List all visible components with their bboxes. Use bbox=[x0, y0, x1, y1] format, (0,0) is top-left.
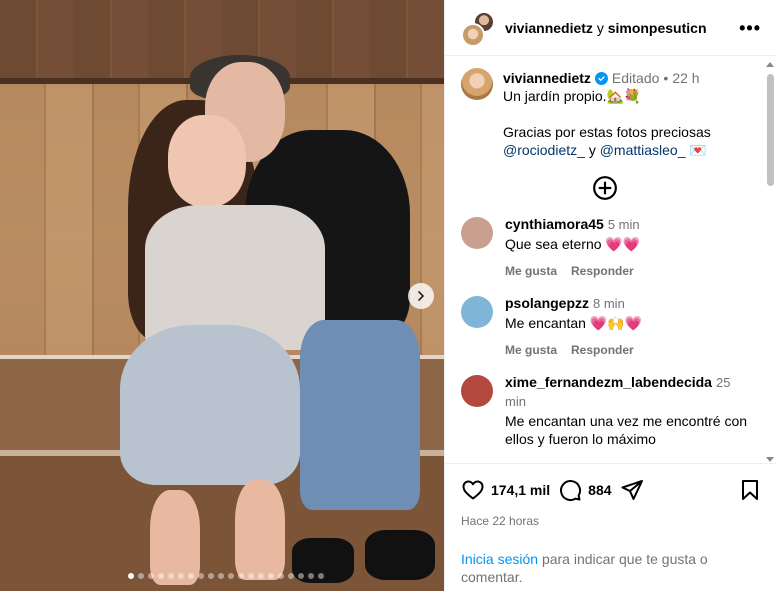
caption-line: Un jardín propio.🏡💐 bbox=[503, 88, 642, 104]
carousel-dot bbox=[138, 573, 144, 579]
avatar[interactable] bbox=[461, 217, 493, 249]
carousel-dot bbox=[158, 573, 164, 579]
comment-item: cynthiamora45 5 min Que sea eterno 💗💗 Me gu… bbox=[445, 215, 764, 280]
photo-foot-left bbox=[150, 490, 200, 585]
carousel-dots bbox=[128, 573, 324, 579]
carousel-dot bbox=[318, 573, 324, 579]
comments-list: cynthiamora45 5 min Que sea eterno 💗💗 Me gu… bbox=[445, 215, 764, 448]
plus-circle-icon bbox=[592, 176, 617, 200]
post-actions-bar: 174,1 mil 884 Hace 22 horas Inicia sesió… bbox=[445, 463, 777, 586]
mention-link[interactable]: @rociodietz_ bbox=[503, 142, 585, 158]
scrollbar-thumb[interactable] bbox=[767, 74, 774, 186]
post-timestamp[interactable]: Hace 22 horas bbox=[461, 514, 762, 528]
next-photo-button[interactable] bbox=[408, 283, 434, 309]
login-prompt: Inicia sesión para indicar que te gusta … bbox=[461, 550, 762, 586]
carousel-dot bbox=[168, 573, 174, 579]
mention-link[interactable]: @mattiasleo_ bbox=[600, 142, 686, 158]
author-link[interactable]: viviannedietz bbox=[505, 20, 593, 36]
carousel-dot bbox=[308, 573, 314, 579]
photo-foot-right bbox=[235, 480, 285, 580]
collab-avatars[interactable] bbox=[461, 10, 495, 47]
carousel-dot bbox=[258, 573, 264, 579]
post-photo[interactable] bbox=[0, 0, 444, 591]
photo-man-jeans bbox=[300, 320, 420, 510]
save-button[interactable] bbox=[738, 478, 762, 502]
like-button[interactable] bbox=[461, 478, 485, 502]
carousel-dot bbox=[178, 573, 184, 579]
more-options-button[interactable]: ••• bbox=[739, 19, 761, 37]
carousel-dot bbox=[148, 573, 154, 579]
comment-username[interactable]: cynthiamora45 bbox=[505, 216, 604, 232]
photo-woman-face bbox=[168, 115, 246, 207]
post-authors: viviannedietz y simonpesuticn bbox=[505, 20, 707, 36]
post-header: viviannedietz y simonpesuticn ••• bbox=[445, 0, 777, 56]
carousel-dot bbox=[268, 573, 274, 579]
carousel-dot bbox=[288, 573, 294, 579]
comment-like-button[interactable]: Me gusta bbox=[505, 262, 557, 280]
carousel-dot bbox=[248, 573, 254, 579]
carousel-dot bbox=[188, 573, 194, 579]
heart-icon bbox=[462, 480, 484, 500]
photo-woman-jeans bbox=[120, 325, 300, 485]
comment-reply-button[interactable]: Responder bbox=[571, 341, 634, 359]
caption-time[interactable]: 22 h bbox=[672, 69, 699, 87]
comment-username[interactable]: xime_fernandezm_labendecida bbox=[505, 374, 712, 390]
caption-joiner: y bbox=[588, 142, 596, 158]
author-link[interactable]: simonpesuticn bbox=[608, 20, 707, 36]
comment-text: Me encantan una vez me encontré con ello… bbox=[505, 413, 748, 447]
avatar[interactable] bbox=[461, 296, 493, 328]
carousel-dot bbox=[238, 573, 244, 579]
carousel-dot bbox=[218, 573, 224, 579]
comment-item: xime_fernandezm_labendecida 25 min Me enca… bbox=[445, 373, 764, 448]
meta-separator: • bbox=[663, 70, 669, 86]
carousel-dot bbox=[278, 573, 284, 579]
share-button[interactable] bbox=[620, 478, 644, 502]
carousel-dot bbox=[208, 573, 214, 579]
photo-sandal-right bbox=[365, 530, 435, 580]
scroll-up-arrow-icon[interactable] bbox=[766, 62, 774, 67]
load-more-comments-button[interactable] bbox=[445, 159, 764, 215]
carousel-dot bbox=[298, 573, 304, 579]
caption-emoji: 💌 bbox=[689, 142, 707, 158]
carousel-dot bbox=[228, 573, 234, 579]
avatar bbox=[461, 22, 485, 47]
caption-line: Gracias por estas fotos preciosas bbox=[503, 124, 711, 140]
comment-item: psolangepzz 8 min Me encantan 💗🙌💗 Me gusta R… bbox=[445, 294, 764, 359]
comments-scroll-area[interactable]: viviannedietz Editado • 22 h Un jardín p… bbox=[445, 57, 777, 463]
avatar[interactable] bbox=[461, 375, 493, 407]
carousel-dot bbox=[198, 573, 204, 579]
comment-bubble-icon bbox=[560, 480, 582, 502]
avatar[interactable] bbox=[461, 68, 493, 100]
edited-label: Editado bbox=[611, 70, 660, 86]
comment-username[interactable]: psolangepzz bbox=[505, 295, 589, 311]
comment-button[interactable] bbox=[558, 478, 582, 502]
bookmark-icon bbox=[742, 480, 758, 500]
carousel-dot bbox=[128, 573, 134, 579]
likes-count[interactable]: 174,1 mil bbox=[491, 482, 550, 498]
post-side-panel: viviannedietz y simonpesuticn ••• vivian… bbox=[444, 0, 777, 591]
comment-reply-button[interactable]: Responder bbox=[571, 262, 634, 280]
comment-like-button[interactable]: Me gusta bbox=[505, 341, 557, 359]
verified-badge-icon bbox=[594, 71, 608, 85]
scroll-down-arrow-icon[interactable] bbox=[766, 457, 774, 462]
comment-time[interactable]: 5 min bbox=[608, 217, 640, 232]
comment-text: Que sea eterno 💗💗 bbox=[505, 236, 641, 252]
author-joiner: y bbox=[596, 19, 604, 36]
chevron-right-icon bbox=[418, 291, 424, 301]
comment-time[interactable]: 8 min bbox=[593, 296, 625, 311]
post-caption: viviannedietz Editado • 22 h Un jardín p… bbox=[445, 57, 764, 159]
scrollbar[interactable] bbox=[765, 60, 775, 464]
caption-username[interactable]: viviannedietz bbox=[503, 69, 591, 87]
comment-text: Me encantan 💗🙌💗 bbox=[505, 315, 643, 331]
login-link[interactable]: Inicia sesión bbox=[461, 551, 538, 567]
comments-count[interactable]: 884 bbox=[588, 482, 611, 498]
paper-plane-icon bbox=[621, 480, 643, 500]
